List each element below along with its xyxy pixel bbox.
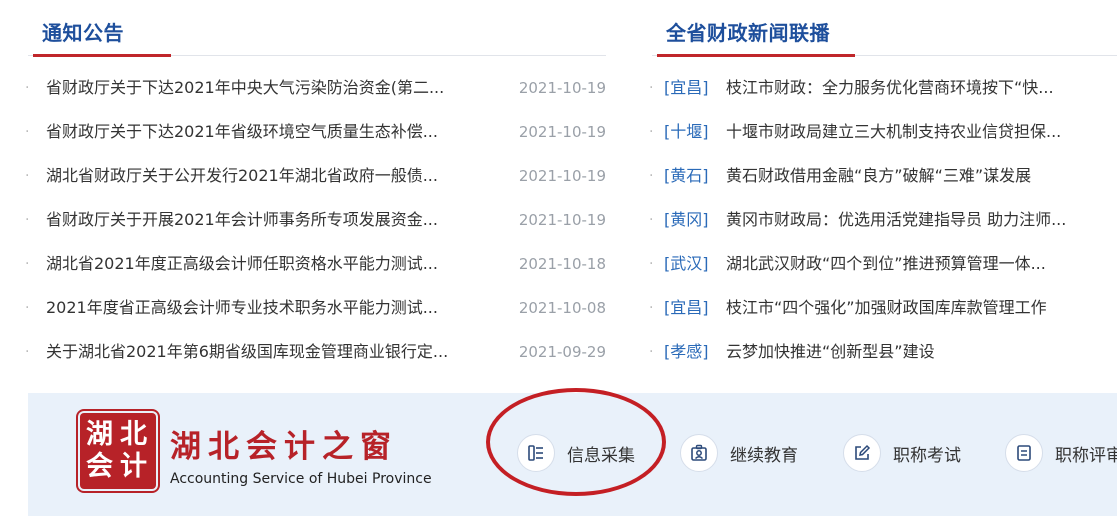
notices-list: · 省财政厅关于下达2021年中央大气污染防治资金(第二... 2021-10-… — [25, 66, 606, 374]
bullet-icon: · — [649, 300, 654, 316]
nav-title-review[interactable]: 职称评审 — [1005, 433, 1117, 473]
notice-date: 2021-10-18 — [518, 255, 606, 273]
portal-band: 湖 北 会 计 湖北会计之窗 Accounting Service of Hub… — [28, 388, 1117, 516]
exam-edit-icon[interactable] — [843, 434, 881, 472]
portal-name[interactable]: 湖北会计之窗 — [170, 421, 398, 466]
bullet-icon: · — [649, 344, 654, 360]
notice-title[interactable]: 湖北省财政厅关于公开发行2021年湖北省政府一般债... — [46, 154, 496, 198]
notice-item[interactable]: · 省财政厅关于下达2021年中央大气污染防治资金(第二... 2021-10-… — [25, 66, 606, 110]
news-region[interactable]: [十堰] — [664, 110, 709, 154]
nav-label[interactable]: 职称考试 — [893, 441, 961, 466]
news-item[interactable]: · [黄冈] 黄冈市财政局：优选用活党建指导员 助力注师... — [649, 198, 1117, 242]
seal-char: 会 — [86, 451, 113, 482]
news-headline[interactable]: 枝江市“四个强化”加强财政国库库款管理工作 — [726, 286, 1112, 330]
seal-logo-icon[interactable]: 湖 北 会 计 — [80, 413, 156, 489]
bullet-icon: · — [649, 168, 654, 184]
news-item[interactable]: · [黄石] 黄石财政借用金融“良方”破解“三难”谋发展 — [649, 154, 1117, 198]
notice-item[interactable]: · 湖北省财政厅关于公开发行2021年湖北省政府一般债... 2021-10-1… — [25, 154, 606, 198]
notice-date: 2021-10-19 — [518, 79, 606, 97]
info-collect-icon[interactable] — [517, 434, 555, 472]
notice-item[interactable]: · 湖北省2021年度正高级会计师任职资格水平能力测试... 2021-10-1… — [25, 242, 606, 286]
notice-item[interactable]: · 省财政厅关于下达2021年省级环境空气质量生态补偿... 2021-10-1… — [25, 110, 606, 154]
news-item[interactable]: · [宜昌] 枝江市“四个强化”加强财政国库库款管理工作 — [649, 286, 1117, 330]
news-headline[interactable]: 黄冈市财政局：优选用活党建指导员 助力注师... — [726, 198, 1112, 242]
news-headline[interactable]: 黄石财政借用金融“良方”破解“三难”谋发展 — [726, 154, 1112, 198]
notices-header: 通知公告 — [28, 0, 606, 57]
bullet-icon: · — [25, 124, 30, 140]
notice-title[interactable]: 省财政厅关于开展2021年会计师事务所专项发展资金... — [46, 198, 496, 242]
notice-date: 2021-09-29 — [518, 343, 606, 361]
news-panel: 全省财政新闻联播 · [宜昌] 枝江市财政：全力服务优化营商环境按下“快... … — [649, 0, 1117, 361]
bullet-icon: · — [649, 212, 654, 228]
notices-title-underline — [33, 54, 171, 57]
news-region[interactable]: [宜昌] — [664, 286, 709, 330]
bullet-icon: · — [25, 80, 30, 96]
news-headline[interactable]: 枝江市财政：全力服务优化营商环境按下“快... — [726, 66, 1112, 110]
seal-char: 计 — [120, 451, 147, 482]
nav-label[interactable]: 信息采集 — [567, 441, 635, 466]
news-region[interactable]: [黄石] — [664, 154, 709, 198]
news-list: · [宜昌] 枝江市财政：全力服务优化营商环境按下“快... · [十堰] 十堰… — [649, 66, 1117, 374]
news-title-underline — [657, 54, 855, 57]
news-item[interactable]: · [十堰] 十堰市财政局建立三大机制支持农业信贷担保... — [649, 110, 1117, 154]
notice-date: 2021-10-19 — [518, 123, 606, 141]
nav-info-collect[interactable]: 信息采集 — [517, 433, 635, 473]
nav-label[interactable]: 职称评审 — [1055, 441, 1117, 466]
notice-item[interactable]: · 省财政厅关于开展2021年会计师事务所专项发展资金... 2021-10-1… — [25, 198, 606, 242]
news-item[interactable]: · [武汉] 湖北武汉财政“四个到位”推进预算管理一体... — [649, 242, 1117, 286]
notices-title[interactable]: 通知公告 — [42, 17, 124, 46]
news-title[interactable]: 全省财政新闻联播 — [666, 17, 830, 46]
news-headline[interactable]: 十堰市财政局建立三大机制支持农业信贷担保... — [726, 110, 1112, 154]
bullet-icon: · — [25, 344, 30, 360]
notice-date: 2021-10-19 — [518, 211, 606, 229]
portal-subtitle: Accounting Service of Hubei Province — [170, 471, 432, 487]
news-headline[interactable]: 湖北武汉财政“四个到位”推进预算管理一体... — [726, 242, 1112, 286]
news-item[interactable]: · [宜昌] 枝江市财政：全力服务优化营商环境按下“快... — [649, 66, 1117, 110]
bullet-icon: · — [649, 256, 654, 272]
notice-title[interactable]: 2021年度省正高级会计师专业技术职务水平能力测试... — [46, 286, 496, 330]
news-region[interactable]: [孝感] — [664, 330, 709, 374]
bullet-icon: · — [25, 256, 30, 272]
notice-title[interactable]: 省财政厅关于下达2021年省级环境空气质量生态补偿... — [46, 110, 496, 154]
bullet-icon: · — [649, 124, 654, 140]
news-item[interactable]: · [孝感] 云梦加快推进“创新型县”建设 — [649, 330, 1117, 374]
seal-char: 北 — [120, 419, 147, 450]
notice-date: 2021-10-19 — [518, 167, 606, 185]
notices-panel: 通知公告 · 省财政厅关于下达2021年中央大气污染防治资金(第二... 202… — [25, 0, 606, 361]
news-headline[interactable]: 云梦加快推进“创新型县”建设 — [726, 330, 1112, 374]
notice-title[interactable]: 关于湖北省2021年第6期省级国库现金管理商业银行定... — [46, 330, 496, 374]
notice-item[interactable]: · 2021年度省正高级会计师专业技术职务水平能力测试... 2021-10-0… — [25, 286, 606, 330]
news-region[interactable]: [宜昌] — [664, 66, 709, 110]
education-icon[interactable] — [680, 434, 718, 472]
notice-title[interactable]: 省财政厅关于下达2021年中央大气污染防治资金(第二... — [46, 66, 496, 110]
bullet-icon: · — [649, 80, 654, 96]
nav-title-exam[interactable]: 职称考试 — [843, 433, 961, 473]
bullet-icon: · — [25, 212, 30, 228]
bullet-icon: · — [25, 168, 30, 184]
news-region[interactable]: [武汉] — [664, 242, 709, 286]
notice-title[interactable]: 湖北省2021年度正高级会计师任职资格水平能力测试... — [46, 242, 496, 286]
seal-char: 湖 — [86, 419, 113, 450]
notice-date: 2021-10-08 — [518, 299, 606, 317]
news-region[interactable]: [黄冈] — [664, 198, 709, 242]
notice-item[interactable]: · 关于湖北省2021年第6期省级国库现金管理商业银行定... 2021-09-… — [25, 330, 606, 374]
nav-continuing-education[interactable]: 继续教育 — [680, 433, 798, 473]
nav-label[interactable]: 继续教育 — [730, 441, 798, 466]
news-header: 全省财政新闻联播 — [652, 0, 1117, 57]
bullet-icon: · — [25, 300, 30, 316]
review-doc-icon[interactable] — [1005, 434, 1043, 472]
